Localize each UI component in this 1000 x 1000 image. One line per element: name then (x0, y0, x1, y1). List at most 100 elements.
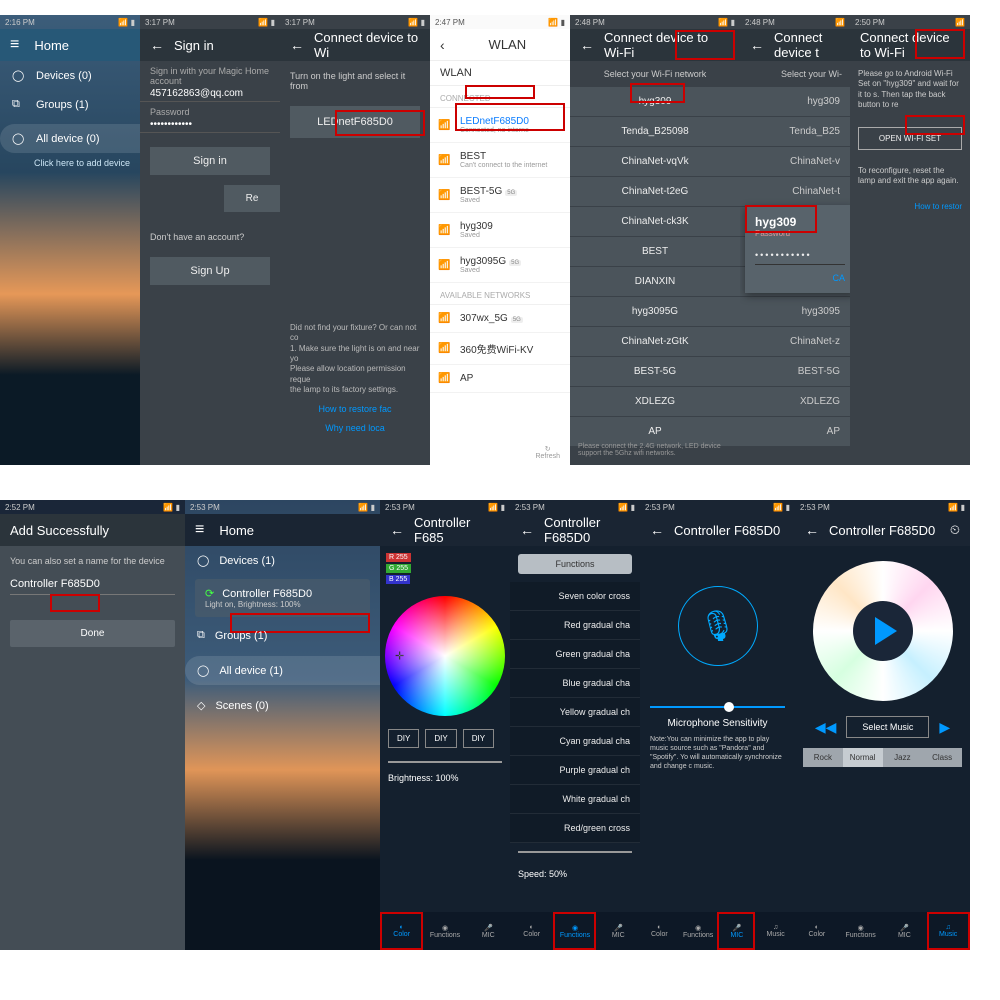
tab-music[interactable]: ♫Music (926, 912, 970, 950)
music-disc[interactable] (813, 561, 953, 701)
genre-classic[interactable]: Class (922, 748, 962, 767)
net-xdlezg[interactable]: XDLEZG (570, 387, 740, 417)
menu-icon[interactable]: ≡ (10, 36, 19, 54)
groups-header[interactable]: ⧉Groups (1) (185, 621, 380, 650)
signin-button[interactable]: Sign in (150, 147, 270, 175)
done-button[interactable]: Done (10, 620, 175, 647)
net-hyg309[interactable]: hyg309 (570, 87, 740, 117)
wifi-best[interactable]: 📶BESTCan't connect to the internet (430, 143, 570, 178)
back-icon[interactable]: ← (650, 522, 664, 538)
net-row[interactable]: ChinaNet-v (740, 147, 850, 177)
fn-row[interactable]: White gradual ch (510, 785, 640, 814)
fn-row[interactable]: Red gradual cha (510, 611, 640, 640)
restore-link[interactable]: How to restor (850, 194, 970, 219)
functions-dropdown[interactable]: Functions (518, 554, 632, 574)
next-button[interactable]: ▶ (939, 719, 950, 736)
re-button[interactable]: Re (224, 185, 280, 212)
back-icon[interactable]: ← (750, 37, 764, 53)
net-tenda[interactable]: Tenda_B25098 (570, 117, 740, 147)
back-icon[interactable]: ‹ (440, 37, 445, 53)
genre-jazz[interactable]: Jazz (883, 748, 923, 767)
tab-mic[interactable]: 🎤MIC (467, 912, 510, 950)
wifi-307wx[interactable]: 📶307wx_5G5G (430, 305, 570, 333)
wifi-ap[interactable]: 📶AP (430, 365, 570, 393)
net-row[interactable]: hyg309 (740, 87, 850, 117)
tab-color[interactable]: ◐Color (510, 912, 553, 950)
wifi-lednet[interactable]: 📶LEDnetF685D0Connected, no interne (430, 108, 570, 143)
groups-row[interactable]: ⧉Groups (1) (0, 90, 140, 119)
sensitivity-slider[interactable] (650, 706, 785, 708)
color-wheel[interactable]: ✛ (385, 596, 505, 716)
fn-row[interactable]: Green gradual cha (510, 640, 640, 669)
wlan-toggle[interactable]: WLAN (430, 61, 570, 86)
devices-header[interactable]: ◯Devices (1) (185, 546, 380, 575)
net-dianxin[interactable]: DIANXIN (570, 267, 740, 297)
tab-mic[interactable]: 🎤MIC (883, 912, 927, 950)
tab-functions[interactable]: ◉Functions (679, 912, 718, 950)
genre-rock[interactable]: Rock (803, 748, 843, 767)
password-field[interactable]: •••••••••••• (140, 117, 280, 133)
net-row[interactable]: XDLEZG (740, 387, 850, 417)
tab-music[interactable]: ♫Music (756, 912, 795, 950)
net-row[interactable]: Tenda_B25 (740, 117, 850, 147)
prev-button[interactable]: ◀◀ (815, 719, 837, 736)
diy-button[interactable]: DIY (388, 729, 419, 748)
menu-icon[interactable]: ≡ (195, 521, 204, 539)
net-chinanet-zgtk[interactable]: ChinaNet-zGtK (570, 327, 740, 357)
tab-functions[interactable]: ◉Functions (839, 912, 883, 950)
wifi-360[interactable]: 📶360免费WiFi-KV (430, 333, 570, 365)
open-wifi-button[interactable]: OPEN WI-FI SET (858, 127, 962, 150)
all-device-row[interactable]: ◯All device (0) (0, 124, 140, 153)
tab-functions[interactable]: ◉Functions (423, 912, 466, 950)
diy-button[interactable]: DIY (463, 729, 494, 748)
clock-icon[interactable]: ⏲ (950, 522, 960, 538)
refresh-button[interactable]: ↻Refresh (535, 445, 560, 460)
devices-row[interactable]: ◯Devices (0) (0, 61, 140, 90)
net-row[interactable]: hyg3095 (740, 297, 850, 327)
wifi-best5g[interactable]: 📶BEST-5G5GSaved (430, 178, 570, 213)
tab-functions[interactable]: ◉Functions (553, 912, 596, 950)
all-device-row[interactable]: ◯All device (1) (185, 656, 380, 685)
fn-row[interactable]: Seven color cross (510, 582, 640, 611)
genre-normal[interactable]: Normal (843, 748, 883, 767)
net-row[interactable]: AP (740, 417, 850, 447)
email-field[interactable]: 457162863@qq.com (140, 86, 280, 102)
device-name-field[interactable]: Controller F685D0 (10, 574, 175, 595)
wifi-hyg3095g[interactable]: 📶hyg3095G5GSaved (430, 248, 570, 283)
tab-mic[interactable]: 🎤MIC (597, 912, 640, 950)
back-icon[interactable]: ← (805, 522, 819, 538)
back-icon[interactable]: ← (290, 37, 304, 53)
speed-slider[interactable] (518, 851, 632, 853)
net-best[interactable]: BEST (570, 237, 740, 267)
select-music-button[interactable]: Select Music (846, 716, 929, 738)
fn-row[interactable]: Yellow gradual ch (510, 698, 640, 727)
back-icon[interactable]: ← (520, 522, 534, 538)
net-row[interactable]: ChinaNet-z (740, 327, 850, 357)
tab-color[interactable]: ◐Color (640, 912, 679, 950)
net-chinanet-vqvk[interactable]: ChinaNet-vqVk (570, 147, 740, 177)
net-best5g[interactable]: BEST-5G (570, 357, 740, 387)
tab-color[interactable]: ◐Color (380, 912, 423, 950)
pw-link[interactable] (140, 133, 280, 137)
tab-color[interactable]: ◐Color (795, 912, 839, 950)
restore-link[interactable]: How to restore fac (290, 404, 420, 416)
net-chinanet-t2eg[interactable]: ChinaNet-t2eG (570, 177, 740, 207)
net-hyg3095g[interactable]: hyg3095G (570, 297, 740, 327)
back-icon[interactable]: ← (390, 522, 404, 538)
scenes-header[interactable]: ◇Scenes (0) (185, 691, 380, 720)
signup-button[interactable]: Sign Up (150, 257, 270, 285)
password-input[interactable]: ••••••••••• (755, 246, 845, 265)
net-chinanet-ck3k[interactable]: ChinaNet-ck3K (570, 207, 740, 237)
wifi-hyg309[interactable]: 📶hyg309Saved (430, 213, 570, 248)
tab-mic[interactable]: 🎤MIC (718, 912, 757, 950)
fn-row[interactable]: Purple gradual ch (510, 756, 640, 785)
net-row[interactable]: ChinaNet-t (740, 177, 850, 207)
device-row[interactable]: LEDnetF685D0 (290, 106, 420, 138)
back-icon[interactable]: ← (150, 37, 164, 53)
mic-button[interactable]: 🎙 (678, 586, 758, 666)
fn-row[interactable]: Cyan gradual cha (510, 727, 640, 756)
location-link[interactable]: Why need loca (290, 423, 420, 435)
brightness-slider[interactable] (388, 761, 502, 763)
confirm-button[interactable]: CA (755, 273, 845, 283)
net-row[interactable]: BEST-5G (740, 357, 850, 387)
